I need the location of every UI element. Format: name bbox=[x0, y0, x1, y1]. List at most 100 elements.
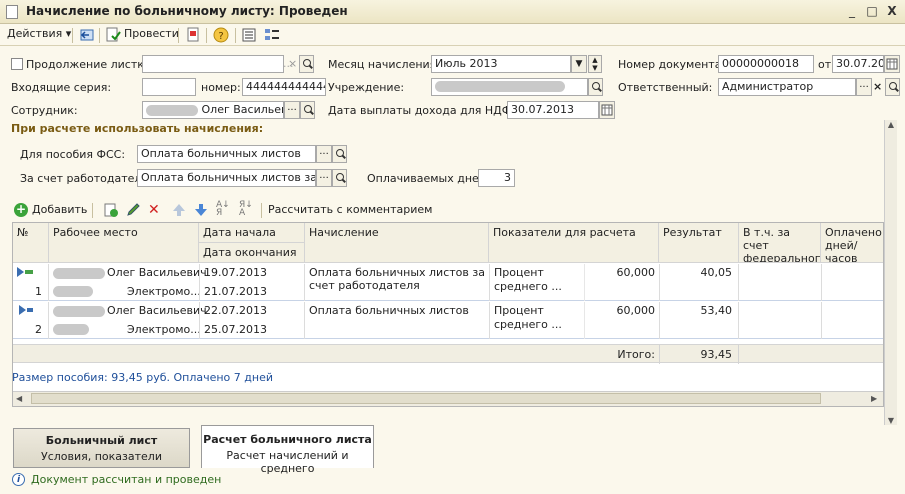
separator bbox=[206, 28, 207, 43]
row-number-cell: 1 bbox=[13, 264, 49, 301]
responsible-label: Ответственный: bbox=[618, 81, 713, 94]
workplace-name: Электромо... bbox=[127, 323, 201, 336]
search-icon[interactable] bbox=[332, 145, 347, 163]
actions-menu[interactable]: Действия ▾ bbox=[7, 27, 71, 40]
employee-field[interactable]: Олег Васильеви bbox=[142, 101, 284, 119]
copy-icon[interactable] bbox=[103, 202, 119, 221]
responsible-field[interactable]: Администратор bbox=[718, 78, 856, 96]
edit-icon[interactable] bbox=[125, 202, 141, 221]
col-date-end: Дата окончания bbox=[199, 243, 305, 263]
list-icon[interactable] bbox=[241, 27, 257, 43]
toolbar: Действия ▾ Провести ? bbox=[0, 24, 905, 46]
employee-name: Олег Васильевич bbox=[107, 304, 207, 317]
clear-icon[interactable]: × bbox=[873, 80, 882, 93]
employer-label: За счет работодателя: bbox=[20, 172, 152, 185]
row-number: 1 bbox=[35, 285, 42, 298]
date-start: 22.07.2013 bbox=[204, 304, 267, 317]
search-icon[interactable] bbox=[588, 78, 603, 96]
dates-cell: 19.07.2013 21.07.2013 bbox=[199, 264, 305, 301]
horizontal-scrollbar[interactable]: ◀ ▶ bbox=[13, 391, 883, 406]
table-row[interactable]: 2 Олег Васильевич Электромо... 22.07.201… bbox=[13, 302, 883, 339]
employee-name: Олег Васильеви bbox=[201, 103, 284, 116]
doc-date-field[interactable]: 30.07.2013 bbox=[832, 55, 884, 73]
search-icon[interactable] bbox=[300, 101, 315, 119]
select-button[interactable]: ... bbox=[284, 101, 300, 119]
totals-row: Итого: 93,45 bbox=[13, 344, 883, 364]
dates-cell: 22.07.2013 25.07.2013 bbox=[199, 302, 305, 339]
indicator-cell: Процент среднего ... bbox=[489, 264, 585, 301]
close-button[interactable]: X bbox=[884, 3, 900, 19]
document-icon bbox=[6, 5, 18, 19]
fss-label: Для пособия ФСС: bbox=[20, 148, 126, 161]
sort-asc-icon[interactable]: A↓ Я bbox=[216, 201, 230, 218]
scroll-right-icon[interactable]: ▶ bbox=[871, 394, 877, 403]
month-field[interactable]: Июль 2013 bbox=[431, 55, 571, 73]
calendar-icon[interactable] bbox=[884, 55, 900, 73]
sort-desc-icon[interactable]: Я↓ A bbox=[239, 201, 253, 218]
clear-icon[interactable]: × bbox=[288, 57, 297, 70]
print-doc-icon[interactable] bbox=[185, 27, 201, 43]
title-bar: Начисление по больничному листу: Проведе… bbox=[0, 0, 905, 24]
indicator-name: Процент bbox=[494, 304, 544, 317]
select-button[interactable]: ... bbox=[856, 78, 872, 96]
employee-name: Олег Васильевич bbox=[107, 266, 207, 279]
institution-field[interactable] bbox=[431, 78, 588, 96]
section-title: При расчете использовать начисления: bbox=[11, 122, 264, 135]
tab-calculation[interactable]: Расчет больничного листа Расчет начислен… bbox=[201, 425, 374, 475]
separator bbox=[72, 28, 73, 43]
scroll-left-icon[interactable]: ◀ bbox=[16, 394, 22, 403]
col-accrual: Начисление bbox=[305, 223, 489, 263]
search-icon[interactable] bbox=[332, 169, 347, 187]
employer-field[interactable]: Оплата больничных листов за счет bbox=[137, 169, 316, 187]
ndfl-date-field[interactable]: 30.07.2013 bbox=[507, 101, 599, 119]
post-icon[interactable] bbox=[105, 27, 121, 43]
structure-icon[interactable] bbox=[264, 27, 280, 43]
search-icon[interactable] bbox=[885, 78, 900, 96]
col-workplace: Рабочее место bbox=[49, 223, 199, 263]
scroll-thumb[interactable] bbox=[31, 393, 821, 404]
add-icon[interactable]: + bbox=[14, 203, 28, 217]
select-button[interactable]: ... bbox=[316, 169, 332, 187]
continuation-field[interactable] bbox=[142, 55, 284, 73]
continuation-label: Продолжение листка bbox=[26, 58, 151, 71]
col-date-start: Дата начала bbox=[199, 223, 305, 243]
select-button[interactable]: ... bbox=[316, 145, 332, 163]
row-icon bbox=[19, 305, 33, 315]
days-field[interactable]: 3 bbox=[478, 169, 515, 187]
help-icon[interactable]: ? bbox=[213, 27, 229, 43]
tab-sick-leave[interactable]: Больничный лист Условия, показатели bbox=[13, 428, 190, 468]
delete-icon[interactable]: ✕ bbox=[148, 202, 160, 218]
tab-subtitle: Условия, показатели bbox=[40, 450, 162, 463]
calc-comment-button[interactable]: Рассчитать с комментарием bbox=[268, 203, 432, 216]
minimize-button[interactable]: _ bbox=[844, 3, 860, 19]
add-button[interactable]: Добавить bbox=[32, 203, 87, 216]
indicator-name: Процент bbox=[494, 266, 544, 279]
continuation-checkbox[interactable] bbox=[11, 58, 23, 70]
row-number: 2 bbox=[35, 323, 42, 336]
table-row[interactable]: 1 Олег Васильевич Электромо... 19.07.201… bbox=[13, 264, 883, 301]
dropdown-icon[interactable]: ▼ bbox=[571, 55, 587, 73]
svg-text:?: ? bbox=[218, 31, 223, 42]
incoming-series-field[interactable] bbox=[142, 78, 196, 96]
maximize-button[interactable]: □ bbox=[864, 3, 880, 19]
workplace-name: Электромо... bbox=[127, 285, 201, 298]
indicator-desc: среднего ... bbox=[494, 318, 562, 331]
row-number-cell: 2 bbox=[13, 302, 49, 339]
move-up-icon[interactable] bbox=[172, 202, 186, 221]
col-paid-days: Оплачено дней/часов bbox=[821, 223, 883, 263]
calendar-icon[interactable] bbox=[599, 101, 615, 119]
fss-field[interactable]: Оплата больничных листов bbox=[137, 145, 316, 163]
institution-label: Учреждение: bbox=[328, 81, 405, 94]
incoming-number-field[interactable]: 444444444444 bbox=[242, 78, 326, 96]
scrollbar[interactable]: ▲ ▼ bbox=[884, 120, 897, 425]
tab-title: Больничный лист bbox=[45, 434, 158, 447]
doc-number-field[interactable]: 00000000018 bbox=[718, 55, 814, 73]
spinner-icon[interactable]: ▲ ▼ bbox=[588, 55, 602, 73]
redacted-text bbox=[53, 268, 105, 279]
cell-divider bbox=[821, 302, 822, 339]
col-no: № bbox=[13, 223, 49, 263]
move-down-icon[interactable] bbox=[194, 202, 208, 221]
search-icon[interactable] bbox=[299, 55, 314, 73]
back-icon[interactable] bbox=[79, 27, 95, 43]
post-button[interactable]: Провести bbox=[124, 27, 179, 40]
